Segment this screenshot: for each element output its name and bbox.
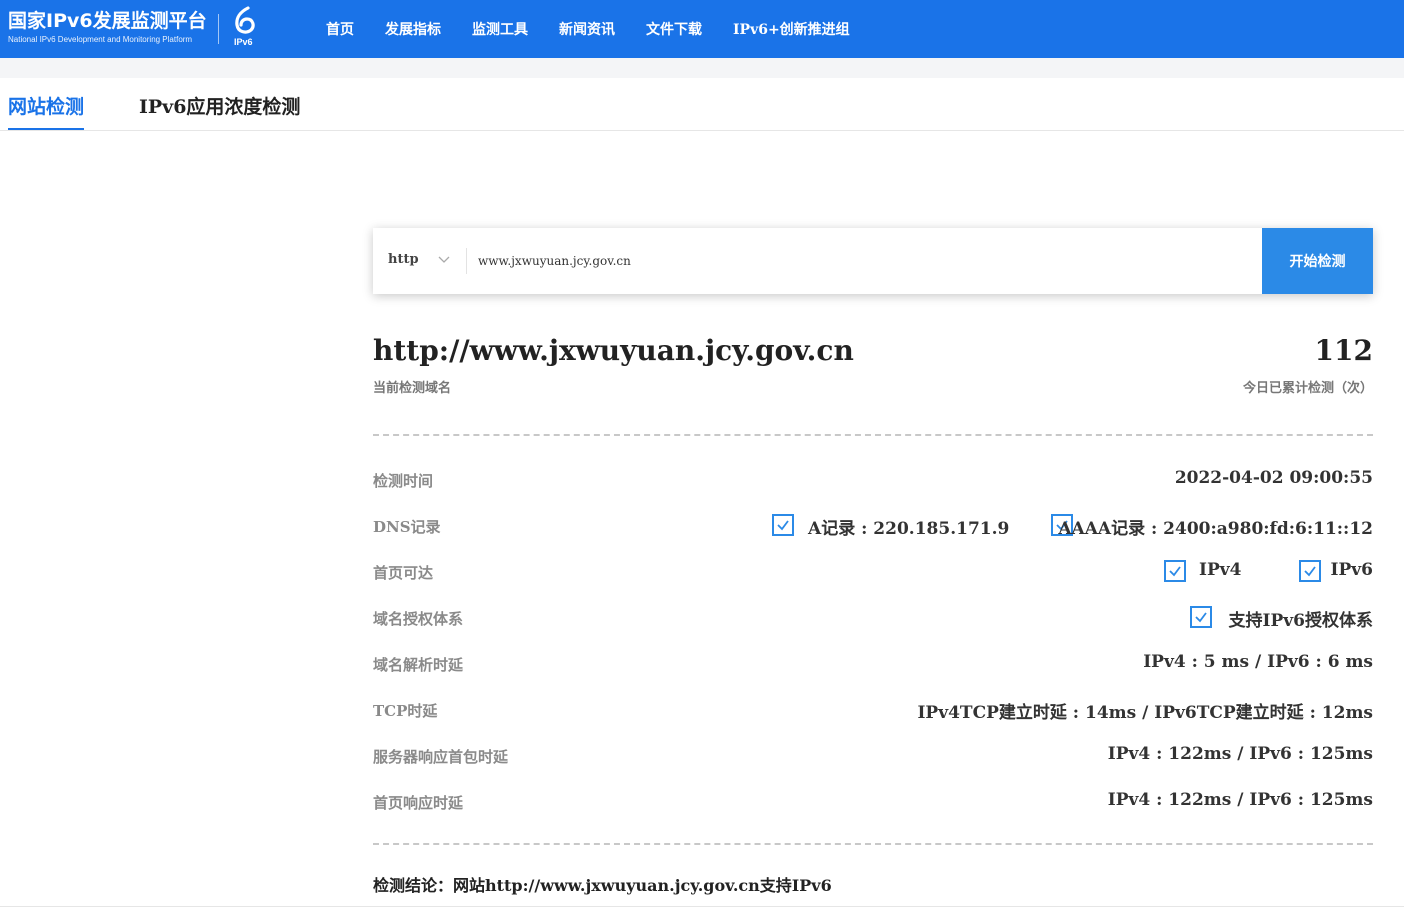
check-count: 112 [1314,334,1373,367]
top-navigation-bar: 国家IPv6发展监测平台 National IPv6 Development a… [0,0,1404,58]
row-homepage-latency: 首页响应时延 IPv4 : 122ms / IPv6 : 125ms [373,788,1373,816]
row-homepage-reachable: 首页可达 IPv4 IPv6 [373,558,1373,586]
ipv6-auth-checkbox [1190,606,1212,628]
check-icon [777,520,789,531]
search-box: http 开始检测 [373,228,1373,294]
nav-item-indicators[interactable]: 发展指标 [385,19,441,39]
protocol-select[interactable]: http [388,252,419,267]
dashed-divider [373,843,1373,845]
logo-subtitle: National IPv6 Development and Monitoring… [8,35,193,44]
ipv4-reachable-text: IPv4 [1199,560,1242,580]
ipv6-reachable-checkbox [1299,560,1321,582]
ipv6-logo-mark: IPv6 [230,6,262,50]
aaaa-record-text: AAAA记录 : 2400:a980:fd:6:11::12 [1058,519,1373,539]
ipv6-swirl-icon [235,6,255,34]
row-label: 域名授权体系 [373,610,464,628]
tab-website-check[interactable]: 网站检测 [8,92,85,130]
header-spacer [0,58,1404,78]
check-icon [1304,566,1316,577]
url-input[interactable] [478,246,1238,276]
row-label: 域名解析时延 [373,656,464,674]
tab-ipv6-app-density[interactable]: IPv6应用浓度检测 [139,92,300,119]
row-dns-records: DNS记录 A记录 : 220.185.171.9 AAAA记录 : 2400:… [373,512,1373,540]
row-value: 2022-04-02 09:00:55 [1174,468,1373,488]
logo-title: 国家IPv6发展监测平台 [8,10,207,32]
logo-mark-text: IPv6 [234,37,253,47]
start-check-button[interactable]: 开始检测 [1262,228,1373,294]
ipv6-reachable-text: IPv6 [1330,560,1373,580]
a-record-checkbox [772,514,794,536]
row-label: 首页可达 [373,564,434,582]
chevron-down-icon[interactable] [437,252,451,266]
nav-item-news[interactable]: 新闻资讯 [559,19,615,39]
nav-item-home[interactable]: 首页 [326,19,354,39]
current-domain: http://www.jxwuyuan.jcy.gov.cn [373,334,854,367]
nav-item-downloads[interactable]: 文件下载 [646,19,702,39]
nav-item-ipv6-plus[interactable]: IPv6+创新推进组 [733,19,850,39]
ipv4-reachable-checkbox [1164,560,1186,582]
row-check-time: 检测时间 2022-04-02 09:00:55 [373,466,1373,494]
select-divider [466,248,467,274]
row-label: 检测时间 [373,472,434,490]
check-icon [1195,612,1207,623]
nav-item-tools[interactable]: 监测工具 [472,19,528,39]
tab-bar: 网站检测 IPv6应用浓度检测 [0,78,1404,131]
row-value: IPv4 : 5 ms / IPv6 : 6 ms [1143,652,1373,672]
row-label: 首页响应时延 [373,794,464,812]
bottom-divider [0,906,1404,907]
check-conclusion: 检测结论：网站http://www.jxwuyuan.jcy.gov.cn支持I… [373,876,832,895]
row-label: DNS记录 [373,518,441,536]
row-dns-latency: 域名解析时延 IPv4 : 5 ms / IPv6 : 6 ms [373,650,1373,678]
ipv6-auth-text: 支持IPv6授权体系 [1228,611,1373,631]
logo-divider [218,14,219,44]
current-domain-caption: 当前检测域名 [373,381,452,396]
check-icon [1169,566,1181,577]
site-logo[interactable]: 国家IPv6发展监测平台 National IPv6 Development a… [8,10,208,46]
row-value: IPv4 : 122ms / IPv6 : 125ms [1107,790,1373,810]
row-label: TCP时延 [373,702,438,720]
dashed-divider [373,434,1373,436]
row-domain-auth: 域名授权体系 支持IPv6授权体系 [373,604,1373,632]
row-tcp-latency: TCP时延 IPv4TCP建立时延 : 14ms / IPv6TCP建立时延 :… [373,696,1373,724]
row-server-first-byte: 服务器响应首包时延 IPv4 : 122ms / IPv6 : 125ms [373,742,1373,770]
check-count-caption: 今日已累计检测（次） [1242,381,1373,396]
main-nav: 首页 发展指标 监测工具 新闻资讯 文件下载 IPv6+创新推进组 [326,0,881,58]
row-value: IPv4TCP建立时延 : 14ms / IPv6TCP建立时延 : 12ms [917,703,1373,723]
a-record-text: A记录 : 220.185.171.9 [808,519,1010,539]
row-value: IPv4 : 122ms / IPv6 : 125ms [1107,744,1373,764]
row-label: 服务器响应首包时延 [373,748,509,766]
